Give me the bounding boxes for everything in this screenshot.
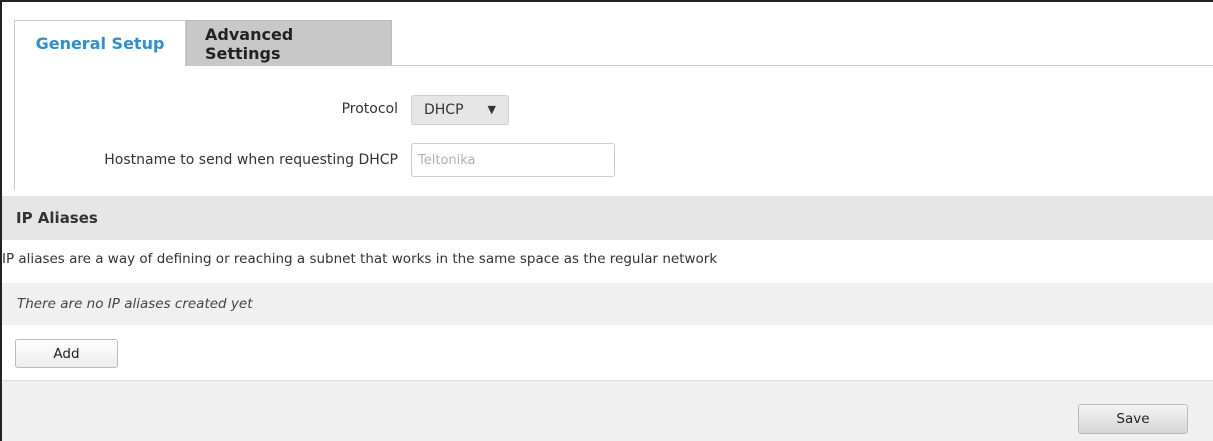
hostname-input[interactable] xyxy=(411,143,615,177)
dropdown-arrow-icon: ▼ xyxy=(487,103,496,116)
protocol-select[interactable]: DHCP ▼ xyxy=(411,95,509,125)
hostname-label: Hostname to send when requesting DHCP xyxy=(104,152,398,168)
protocol-label: Protocol xyxy=(341,101,398,117)
empty-message: There are no IP aliases created yet xyxy=(17,296,253,312)
footer-bar xyxy=(2,380,1213,441)
tab-general-setup[interactable]: General Setup xyxy=(14,20,186,66)
tab-bar: General Setup Advanced Settings xyxy=(14,20,392,66)
save-button[interactable]: Save xyxy=(1078,404,1188,434)
ip-aliases-description: IP aliases are a way of defining or reac… xyxy=(2,251,718,267)
protocol-value: DHCP xyxy=(424,102,464,118)
tab-advanced-settings[interactable]: Advanced Settings xyxy=(186,20,392,66)
ip-aliases-header: IP Aliases xyxy=(2,196,1213,240)
section-title: IP Aliases xyxy=(16,209,98,227)
tab-divider xyxy=(392,65,1213,66)
add-alias-button[interactable]: Add xyxy=(15,339,118,368)
ip-aliases-empty-row: There are no IP aliases created yet xyxy=(2,283,1213,325)
